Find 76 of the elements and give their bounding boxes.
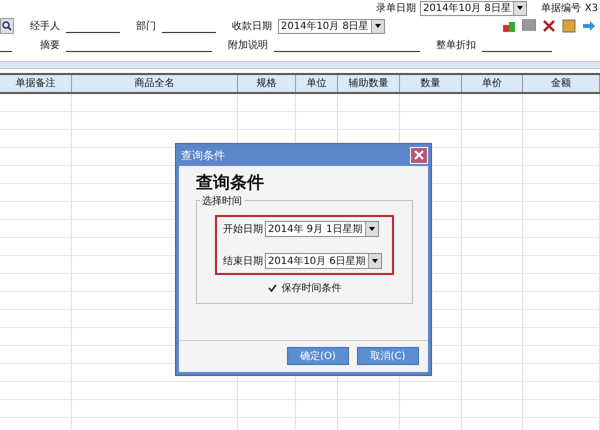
table-cell	[462, 130, 523, 148]
date-label: 开始日期	[223, 222, 263, 236]
table-cell	[462, 328, 523, 346]
table-cell	[462, 184, 523, 202]
field-label: 收款日期	[232, 20, 272, 33]
column-header[interactable]: 单价	[462, 75, 523, 92]
table-cell	[400, 94, 462, 112]
table-cell	[462, 400, 523, 418]
field-label: 摘要	[40, 38, 60, 52]
table-cell	[462, 94, 523, 112]
table-cell	[238, 400, 296, 418]
dialog-title: 查询条件	[181, 148, 225, 162]
table-cell	[462, 346, 523, 364]
table-cell	[462, 166, 523, 184]
table-cell	[338, 94, 400, 112]
field-value: X3	[584, 2, 598, 14]
table-cell	[462, 220, 523, 238]
table-cell	[462, 310, 523, 328]
group-title: 选择时间	[200, 194, 244, 208]
table-cell	[296, 400, 338, 418]
table-cell	[338, 400, 400, 418]
boxes-icon[interactable]	[502, 19, 516, 33]
table-cell	[462, 292, 523, 310]
dropdown-arrow-icon	[516, 6, 523, 10]
table-cell	[296, 94, 338, 112]
field-label: 经手人	[30, 20, 60, 33]
table-cell	[0, 130, 72, 148]
field-label: 录单日期	[376, 2, 416, 15]
close-icon	[414, 150, 424, 160]
table-cell	[462, 256, 523, 274]
checkbox-label: 保存时间条件	[282, 282, 342, 295]
table-cell	[296, 382, 338, 400]
close-button[interactable]	[410, 146, 428, 164]
table-cell	[400, 382, 462, 400]
column-header[interactable]: 辅助数量	[338, 75, 400, 92]
table-cell	[462, 148, 523, 166]
table-cell	[0, 112, 72, 130]
arrow-icon[interactable]	[582, 19, 596, 33]
table-cell	[0, 382, 72, 400]
search-button[interactable]	[0, 18, 14, 34]
column-header[interactable]: 商品全名	[72, 75, 238, 92]
table-cell	[462, 112, 523, 130]
dropdown-arrow-icon	[372, 259, 378, 263]
date-dropdown[interactable]: 2014年10月 6日星期	[265, 253, 382, 269]
checkbox[interactable]	[268, 284, 276, 292]
field-label: 整单折扣	[436, 38, 476, 52]
table-cell	[462, 202, 523, 220]
column-header[interactable]: 规格	[238, 75, 296, 92]
table-cell	[462, 382, 523, 400]
table-cell	[0, 94, 72, 112]
field-label: 部门	[136, 20, 156, 33]
column-header[interactable]: 金额	[523, 75, 600, 92]
table-cell	[238, 94, 296, 112]
table-cell	[338, 382, 400, 400]
table-cell	[462, 238, 523, 256]
column-header[interactable]: 数量	[400, 75, 462, 92]
table-cell	[462, 364, 523, 382]
column-header[interactable]: 单据备注	[0, 75, 72, 92]
date-dropdown[interactable]: 2014年10月 8日星	[278, 18, 385, 34]
dropdown-arrow-icon	[368, 227, 375, 231]
dropdown-arrow-icon	[374, 24, 381, 28]
search-icon	[2, 21, 12, 31]
table-cell	[238, 382, 296, 400]
field-label: 附加说明	[228, 38, 268, 52]
table-cell	[400, 400, 462, 418]
date-dropdown[interactable]: 2014年 9月 1日星期	[265, 221, 379, 237]
date-dropdown[interactable]: 2014年10月 8日星	[420, 0, 527, 16]
field-label: 单据编号	[540, 2, 581, 15]
date-label: 结束日期	[223, 254, 263, 268]
table-cell	[462, 274, 523, 292]
barcode-icon[interactable]	[522, 19, 536, 31]
dialog-heading: 查询条件	[196, 172, 265, 194]
column-header[interactable]: 单位	[296, 75, 338, 92]
table-cell	[0, 364, 72, 382]
table-cell	[400, 112, 462, 130]
table-cell	[0, 400, 72, 418]
